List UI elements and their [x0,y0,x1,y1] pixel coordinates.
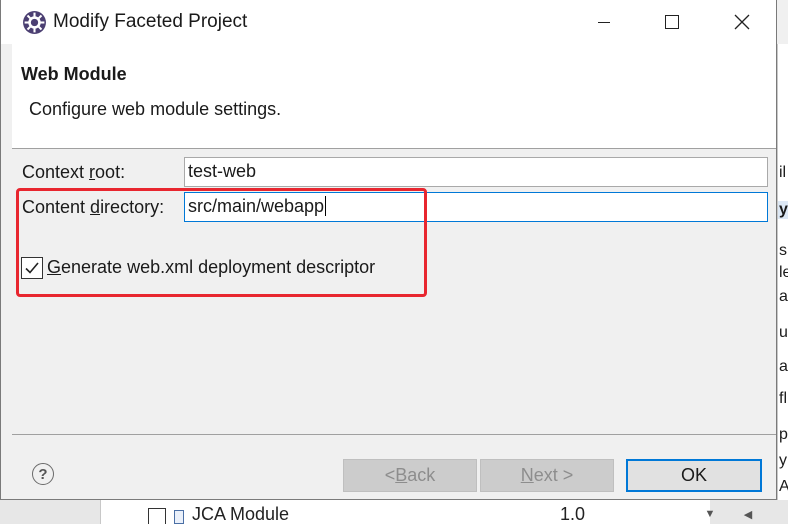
background-text-fragment: av [779,358,788,375]
chevron-down-icon: ▼ [704,508,716,520]
background-text-fragment: ui [779,324,788,341]
context-root-label: Context root: [22,162,126,182]
chevron-left-icon: ◀ [743,509,753,521]
background-text-fragment: ar [779,288,788,305]
background-text-fragment: p [779,426,788,443]
background-text-fragment: s [779,242,787,259]
minimize-button[interactable] [581,0,627,44]
close-button[interactable] [719,0,765,44]
page-description: Configure web module settings. [29,99,282,119]
background-item-version: 1.0 [560,504,586,524]
background-text-fragment: y [778,201,788,219]
background-text-fragment: y [779,452,787,469]
page-header: Web Module Configure web module settings… [12,44,776,148]
eclipse-gear-icon [23,11,46,34]
back-button[interactable]: < Back [343,459,477,492]
next-button[interactable]: Next > [480,459,614,492]
maximize-icon [665,15,679,29]
background-item-label: JCA Module [192,504,290,524]
background-checkbox [148,508,166,524]
close-icon [734,14,750,30]
page-title: Web Module [21,64,127,84]
modify-faceted-project-dialog: Modify Faceted Project Web Module Config… [0,0,777,500]
title-bar: Modify Faceted Project [1,0,776,44]
background-window-edge: il y s le ar ui av fli p y A JE S [777,44,788,524]
background-text-fragment: le [779,264,788,281]
background-text-fragment: fli [779,390,788,407]
background-text-fragment: A [779,478,788,496]
context-root-input[interactable]: test-web [184,157,768,187]
button-bar: ? < Back Next > OK [12,436,776,499]
document-icon [174,510,184,524]
maximize-button[interactable] [649,0,695,44]
background-text-fragment: il [779,164,787,181]
help-button[interactable]: ? [32,463,54,485]
highlight-annotation [16,188,427,297]
ok-button[interactable]: OK [626,459,762,492]
window-title: Modify Faceted Project [53,11,248,32]
background-list-row: JCA Module 1.0 ▼ ◀ [0,500,788,524]
minimize-icon [598,21,610,23]
